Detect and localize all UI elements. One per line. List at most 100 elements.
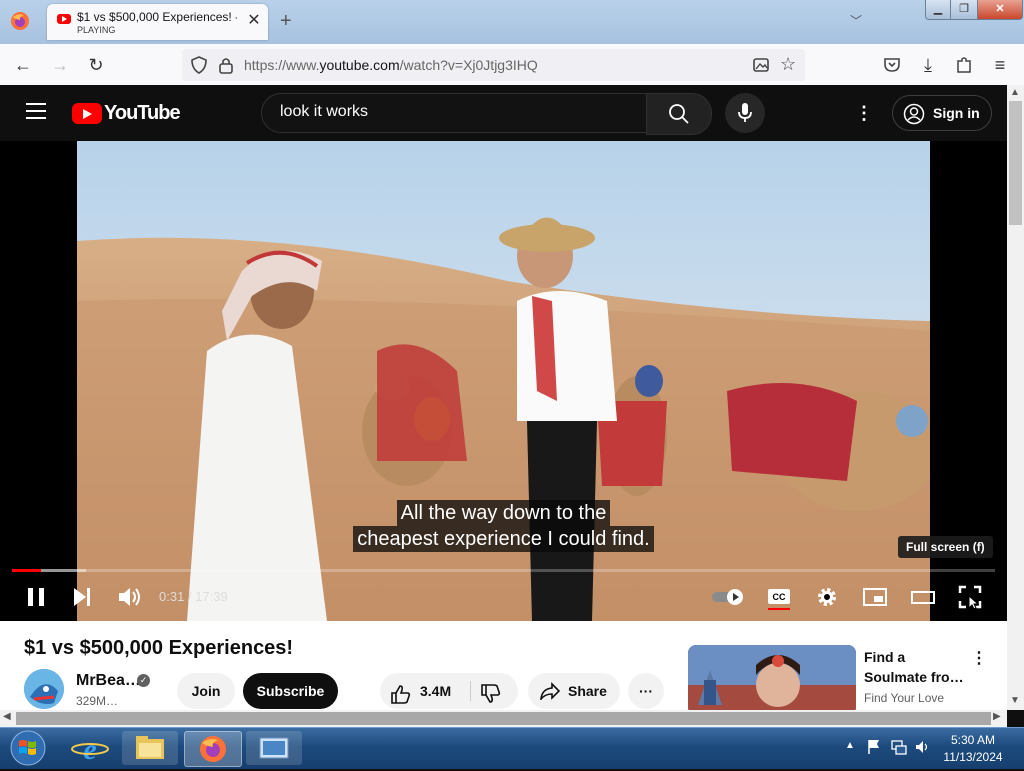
forward-icon[interactable]: → xyxy=(47,52,73,78)
action-center-flag-icon[interactable] xyxy=(866,738,882,756)
firefox-taskbar-icon[interactable] xyxy=(184,731,242,767)
browser-nav-bar: ← → ↻ https://www.youtube.com/watch?v=Xj… xyxy=(0,44,1024,86)
theater-mode-icon xyxy=(911,591,935,604)
time-current: 0:31 xyxy=(159,589,185,604)
horizontal-scrollbar[interactable]: ◀ ▶ xyxy=(0,710,1007,727)
url-text[interactable]: https://www.youtube.com/watch?v=Xj0Jtjg3… xyxy=(244,57,538,73)
youtube-play-logo-icon xyxy=(72,103,102,124)
time-total: 17:39 xyxy=(195,589,228,604)
time-separator: / xyxy=(184,589,196,604)
ad-menu-icon[interactable]: ⋮ xyxy=(971,648,987,668)
internet-explorer-taskbar-icon[interactable]: e xyxy=(62,731,118,766)
search-box xyxy=(261,93,647,133)
window-close-button[interactable]: ✕ xyxy=(977,0,1023,20)
lock-icon[interactable] xyxy=(218,56,234,74)
url-bar[interactable]: https://www.youtube.com/watch?v=Xj0Jtjg3… xyxy=(182,49,805,81)
sign-in-label: Sign in xyxy=(933,105,980,121)
video-info-section: $1 vs $500,000 Experiences! MrBea… ✓ 329… xyxy=(0,621,1007,710)
extensions-icon[interactable] xyxy=(951,52,977,78)
more-actions-button[interactable]: ··· xyxy=(628,673,664,709)
microphone-icon xyxy=(738,103,752,122)
theater-mode-button[interactable] xyxy=(908,582,938,612)
video-player[interactable]: All the way down to the cheapest experie… xyxy=(0,141,1007,621)
horizontal-scroll-thumb[interactable] xyxy=(16,712,991,725)
verified-badge-icon: ✓ xyxy=(137,674,150,687)
search-input[interactable] xyxy=(278,102,632,122)
ad-thumbnail-image xyxy=(688,645,856,710)
browser-tab-active[interactable]: $1 vs $500,000 Experiences! - YouTube PL… xyxy=(47,4,268,40)
account-icon xyxy=(903,103,925,125)
caption-line-2: cheapest experience I could find. xyxy=(353,526,654,552)
scroll-up-icon[interactable]: ▲ xyxy=(1010,87,1020,98)
mute-button[interactable] xyxy=(114,582,144,612)
taskbar-clock[interactable]: 5:30 AM 11/13/2024 xyxy=(930,732,1016,766)
reload-icon[interactable]: ↻ xyxy=(83,52,109,78)
scroll-down-icon[interactable]: ▼ xyxy=(1010,695,1020,706)
pocket-icon[interactable] xyxy=(879,52,905,78)
caption-line-1: All the way down to the xyxy=(396,500,611,526)
fullscreen-tooltip: Full screen (f) xyxy=(898,536,993,558)
new-tab-icon[interactable]: + xyxy=(280,10,292,33)
next-button[interactable] xyxy=(68,582,98,612)
youtube-logo[interactable]: YouTube xyxy=(72,102,181,125)
voice-search-button[interactable] xyxy=(725,93,765,133)
autoplay-toggle[interactable] xyxy=(710,582,746,612)
progress-played xyxy=(12,569,41,572)
hamburger-menu-icon[interactable]: ≡ xyxy=(987,52,1013,78)
url-path: /watch?v=Xj0Jtjg3IHQ xyxy=(399,57,538,73)
subtitles-button[interactable]: CC xyxy=(764,582,794,612)
search-icon xyxy=(669,104,689,124)
settings-kebab-icon[interactable]: ⋮ xyxy=(855,103,873,124)
fullscreen-button[interactable] xyxy=(955,582,985,612)
share-label: Share xyxy=(568,683,607,699)
miniplayer-button[interactable] xyxy=(860,582,890,612)
close-tab-icon[interactable]: ✕ xyxy=(245,12,263,30)
ad-thumbnail[interactable] xyxy=(688,645,856,710)
bookmark-star-icon[interactable]: ☆ xyxy=(780,54,796,75)
settings-button[interactable] xyxy=(812,582,842,612)
like-divider xyxy=(470,681,471,701)
like-count: 3.4M xyxy=(420,683,452,699)
channel-name[interactable]: MrBea… xyxy=(76,672,141,690)
subscribe-button[interactable]: Subscribe xyxy=(243,673,338,709)
skip-next-icon xyxy=(74,588,90,606)
youtube-header: YouTube ⋮ Sign in xyxy=(0,85,1007,141)
closed-captions-icon: CC xyxy=(768,589,790,610)
pause-button[interactable] xyxy=(22,582,52,612)
show-hidden-icons-icon[interactable]: ▲ xyxy=(845,740,855,751)
progress-bar[interactable] xyxy=(12,569,995,572)
windows-logo-icon xyxy=(10,730,46,766)
remote-desktop-taskbar-icon[interactable] xyxy=(246,731,302,765)
back-icon[interactable]: ← xyxy=(10,52,36,78)
youtube-logo-text: YouTube xyxy=(104,102,181,124)
start-button[interactable] xyxy=(6,730,50,766)
guide-menu-icon[interactable] xyxy=(26,103,46,119)
youtube-favicon-icon xyxy=(57,14,71,24)
window-minimize-button[interactable]: ▁ xyxy=(925,0,951,20)
vertical-scrollbar[interactable]: ▲ ▼ xyxy=(1007,85,1024,710)
window-maximize-button[interactable]: ❐ xyxy=(950,0,978,20)
downloads-icon[interactable]: ⤓ xyxy=(915,52,941,78)
thumbs-up-icon xyxy=(391,685,411,704)
search-button[interactable] xyxy=(646,93,712,135)
fullscreen-icon xyxy=(958,585,982,610)
subscriber-count: 329M… xyxy=(76,694,119,708)
ad-title[interactable]: Find a Soulmate fro… xyxy=(864,647,964,687)
like-button[interactable] xyxy=(390,681,412,704)
firefox-icon[interactable] xyxy=(10,11,30,31)
shield-icon[interactable] xyxy=(190,56,208,74)
join-button[interactable]: Join xyxy=(177,673,235,709)
image-blocked-icon[interactable] xyxy=(752,56,770,74)
channel-avatar[interactable] xyxy=(24,669,64,709)
network-icon[interactable] xyxy=(890,738,908,756)
scroll-right-icon[interactable]: ▶ xyxy=(993,711,1001,722)
sign-in-button[interactable]: Sign in xyxy=(892,95,992,131)
vertical-scroll-thumb[interactable] xyxy=(1009,101,1022,225)
chevron-down-icon[interactable]: ﹀ xyxy=(850,12,862,29)
scroll-left-icon[interactable]: ◀ xyxy=(3,711,11,722)
share-icon xyxy=(540,682,560,700)
dislike-button[interactable] xyxy=(480,681,502,703)
clock-time: 5:30 AM xyxy=(950,733,996,747)
share-button[interactable]: Share xyxy=(528,673,620,709)
file-explorer-taskbar-icon[interactable] xyxy=(122,731,178,765)
